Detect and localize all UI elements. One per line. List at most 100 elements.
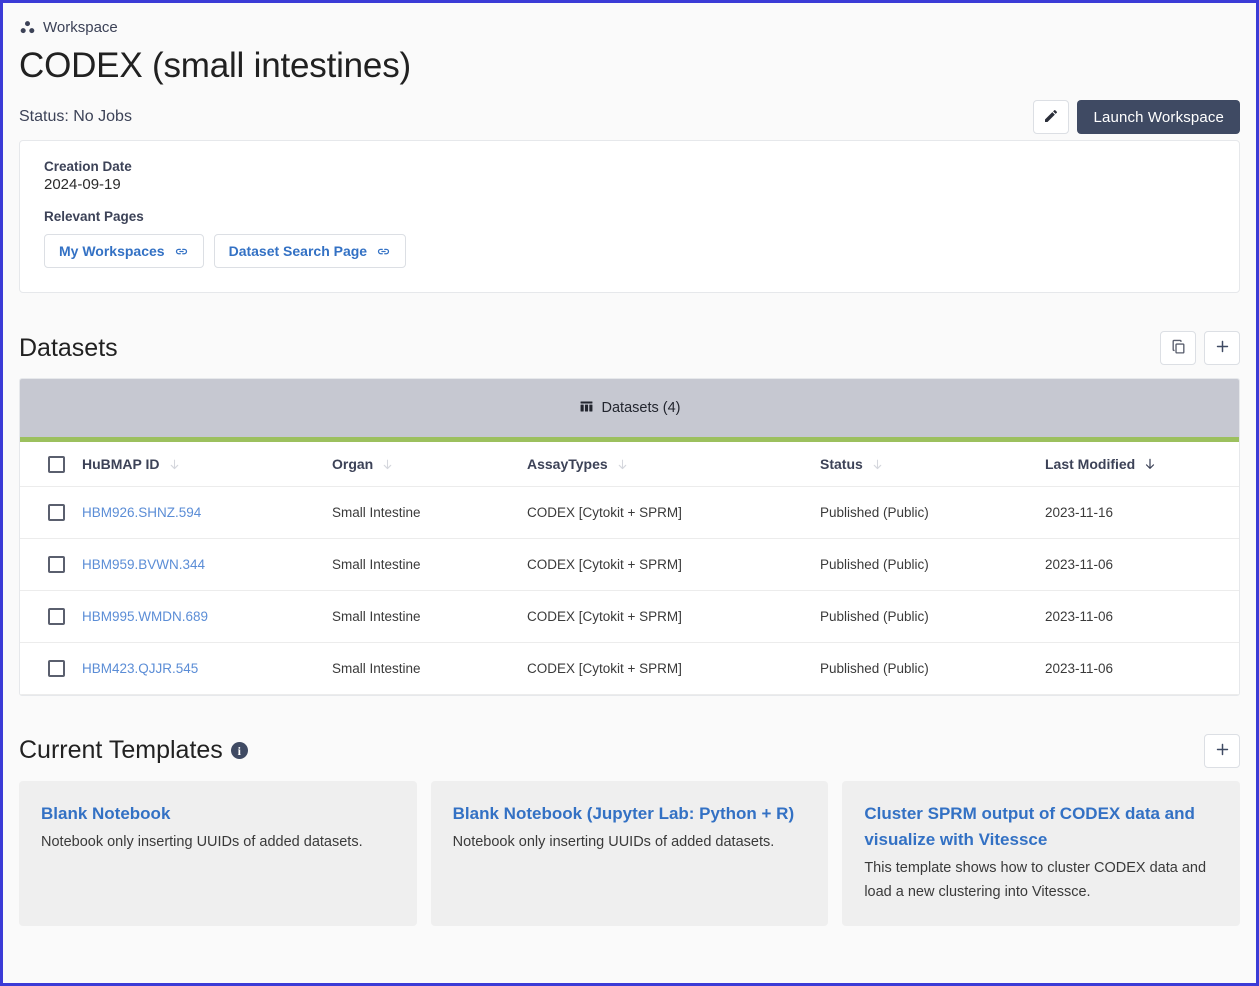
template-title[interactable]: Blank Notebook xyxy=(41,801,395,827)
templates-section-title: Current Templates i xyxy=(19,736,248,765)
row-checkbox[interactable] xyxy=(48,659,65,677)
creation-date-value: 2024-09-19 xyxy=(44,176,121,194)
template-card[interactable]: Blank Notebook Notebook only inserting U… xyxy=(19,780,417,927)
table-row[interactable]: HBM423.QJJR.545 Small Intestine CODEX [C… xyxy=(20,642,1239,695)
add-template-button[interactable] xyxy=(1204,733,1240,768)
datasets-section-actions xyxy=(1160,331,1240,366)
header-hubmap-id[interactable]: HuBMAP ID xyxy=(82,442,332,487)
header-assaytypes-label: AssayTypes xyxy=(527,456,608,472)
row-organ-cell: Small Intestine xyxy=(332,590,527,643)
copy-icon xyxy=(1170,338,1187,358)
dataset-search-page-link[interactable]: Dataset Search Page xyxy=(213,234,407,269)
row-assaytypes-cell: CODEX [Cytokit + SPRM] xyxy=(527,590,820,643)
sort-arrow-down-icon[interactable] xyxy=(1143,457,1157,471)
dataset-link[interactable]: HBM959.BVWN.344 xyxy=(82,557,205,572)
row-hubmap-id-cell: HBM926.SHNZ.594 xyxy=(82,486,332,539)
templates-section-actions xyxy=(1204,733,1240,768)
row-assaytypes-cell: CODEX [Cytokit + SPRM] xyxy=(527,486,820,539)
template-card[interactable]: Cluster SPRM output of CODEX data and vi… xyxy=(842,780,1240,927)
my-workspaces-link[interactable]: My Workspaces xyxy=(44,234,204,269)
templates-section-header: Current Templates i xyxy=(19,732,1240,770)
row-last-modified-cell: 2023-11-06 xyxy=(1045,642,1239,695)
dataset-link[interactable]: HBM423.QJJR.545 xyxy=(82,661,198,676)
table-row[interactable]: HBM959.BVWN.344 Small Intestine CODEX [C… xyxy=(20,538,1239,591)
launch-workspace-button[interactable]: Launch Workspace xyxy=(1077,100,1240,135)
datasets-section-header: Datasets xyxy=(19,329,1240,367)
row-organ-cell: Small Intestine xyxy=(332,486,527,539)
table-icon xyxy=(579,399,594,418)
breadcrumb-label[interactable]: Workspace xyxy=(43,19,118,36)
row-select-cell xyxy=(20,590,82,643)
row-hubmap-id-cell: HBM995.WMDN.689 xyxy=(82,590,332,643)
row-select-cell xyxy=(20,486,82,539)
datasets-panel: Datasets (4) HuBMAP ID Organ AssayTypes … xyxy=(19,378,1240,696)
table-row[interactable]: HBM926.SHNZ.594 Small Intestine CODEX [C… xyxy=(20,486,1239,539)
header-hubmap-id-label: HuBMAP ID xyxy=(82,456,160,472)
creation-date-label: Creation Date xyxy=(44,159,132,175)
my-workspaces-label: My Workspaces xyxy=(59,243,165,260)
info-icon[interactable]: i xyxy=(230,742,248,760)
template-card[interactable]: Blank Notebook (Jupyter Lab: Python + R)… xyxy=(430,780,829,927)
template-title[interactable]: Cluster SPRM output of CODEX data and vi… xyxy=(864,801,1218,854)
row-last-modified-cell: 2023-11-16 xyxy=(1045,486,1239,539)
copy-datasets-button[interactable] xyxy=(1160,331,1196,366)
header-status-label: Status xyxy=(820,456,863,472)
plus-icon xyxy=(1214,741,1231,761)
template-description: Notebook only inserting UUIDs of added d… xyxy=(452,834,775,851)
link-icon xyxy=(376,244,391,259)
status-badge: Status: No Jobs xyxy=(19,108,132,126)
page-content: Workspace CODEX (small intestines) Statu… xyxy=(3,3,1256,983)
plus-icon xyxy=(1214,338,1231,358)
row-select-cell xyxy=(20,538,82,591)
row-organ-cell: Small Intestine xyxy=(332,538,527,591)
header-actions: Launch Workspace xyxy=(1033,100,1240,135)
row-checkbox[interactable] xyxy=(48,607,65,625)
relevant-pages-label: Relevant Pages xyxy=(44,209,144,225)
sort-arrow-down-icon[interactable] xyxy=(616,458,629,471)
datasets-table-head: HuBMAP ID Organ AssayTypes Status Last M… xyxy=(20,442,1239,487)
tab-datasets[interactable]: Datasets (4) xyxy=(579,399,681,418)
row-hubmap-id-cell: HBM423.QJJR.545 xyxy=(82,642,332,695)
header-last-modified[interactable]: Last Modified xyxy=(1045,442,1239,487)
add-dataset-button[interactable] xyxy=(1204,331,1240,366)
tab-datasets-label: Datasets (4) xyxy=(601,400,681,417)
template-description: Notebook only inserting UUIDs of added d… xyxy=(41,834,363,851)
header-assaytypes[interactable]: AssayTypes xyxy=(527,442,820,487)
header-organ[interactable]: Organ xyxy=(332,442,527,487)
dataset-search-page-label: Dataset Search Page xyxy=(228,243,368,260)
header-last-modified-label: Last Modified xyxy=(1045,456,1136,472)
sort-arrow-down-icon[interactable] xyxy=(168,458,181,471)
row-checkbox[interactable] xyxy=(48,555,65,573)
workspace-dots-icon xyxy=(19,19,36,36)
header-status[interactable]: Status xyxy=(820,442,1045,487)
page-title: CODEX (small intestines) xyxy=(19,46,411,85)
app-window: Workspace CODEX (small intestines) Statu… xyxy=(0,0,1259,986)
row-checkbox[interactable] xyxy=(48,503,65,521)
templates-grid: Blank Notebook Notebook only inserting U… xyxy=(19,780,1240,927)
row-status-cell: Published (Public) xyxy=(820,642,1045,695)
dataset-link[interactable]: HBM926.SHNZ.594 xyxy=(82,505,201,520)
dataset-link[interactable]: HBM995.WMDN.689 xyxy=(82,609,208,624)
datasets-table-body: HBM926.SHNZ.594 Small Intestine CODEX [C… xyxy=(20,486,1239,695)
template-description: This template shows how to cluster CODEX… xyxy=(864,860,1207,900)
datasets-section-title: Datasets xyxy=(19,333,118,362)
select-all-checkbox[interactable] xyxy=(48,455,65,473)
row-organ-cell: Small Intestine xyxy=(332,642,527,695)
table-row[interactable]: HBM995.WMDN.689 Small Intestine CODEX [C… xyxy=(20,590,1239,643)
row-status-cell: Published (Public) xyxy=(820,590,1045,643)
table-header-row: HuBMAP ID Organ AssayTypes Status Last M… xyxy=(20,442,1239,487)
edit-workspace-button[interactable] xyxy=(1033,100,1070,135)
select-all-header xyxy=(20,442,82,487)
template-title[interactable]: Blank Notebook (Jupyter Lab: Python + R) xyxy=(453,801,807,827)
workspace-info-card: Creation Date 2024-09-19 Relevant Pages … xyxy=(19,140,1240,294)
templates-section-title-label: Current Templates xyxy=(19,736,223,765)
sort-arrow-down-icon[interactable] xyxy=(871,458,884,471)
breadcrumb[interactable]: Workspace xyxy=(19,3,1240,36)
sort-arrow-down-icon[interactable] xyxy=(381,458,394,471)
status-row: Status: No Jobs Launch Workspace xyxy=(19,100,1240,135)
row-select-cell xyxy=(20,642,82,695)
row-last-modified-cell: 2023-11-06 xyxy=(1045,538,1239,591)
relevant-pages-links: My Workspaces Dataset Search Page xyxy=(44,234,1215,269)
row-hubmap-id-cell: HBM959.BVWN.344 xyxy=(82,538,332,591)
datasets-tabbar: Datasets (4) xyxy=(20,379,1239,443)
